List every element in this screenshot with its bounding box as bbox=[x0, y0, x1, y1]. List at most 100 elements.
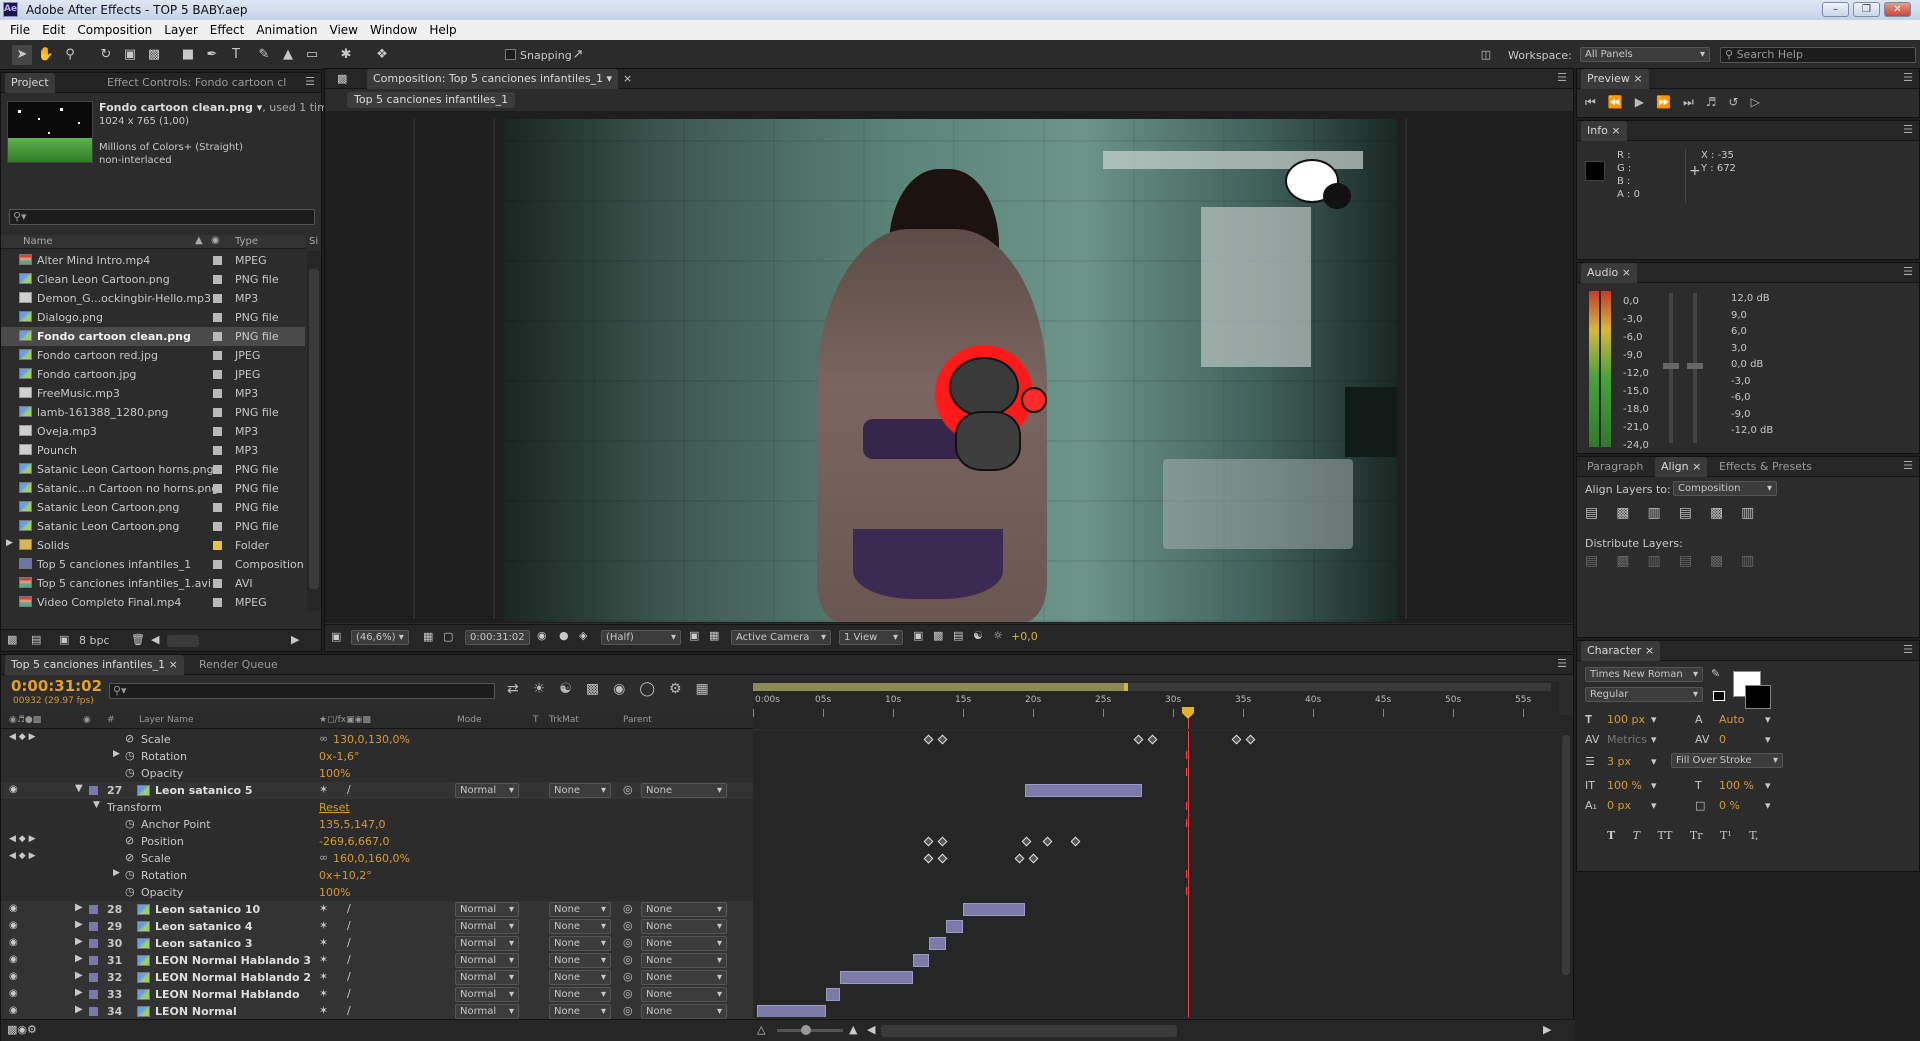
show-snapshot-icon[interactable]: ● bbox=[559, 629, 569, 642]
layer-mode-select[interactable]: Normal ▾ bbox=[455, 936, 519, 951]
horizontal-scrollbar[interactable] bbox=[167, 635, 199, 647]
project-item[interactable]: Clean Leon Cartoon.png PNG file bbox=[1, 270, 305, 289]
vertical-scale-value[interactable]: 100 % bbox=[1607, 779, 1642, 792]
parent-pickwhip-icon[interactable]: ◎ bbox=[623, 783, 633, 796]
visibility-eye-icon[interactable]: ◉ bbox=[9, 971, 18, 982]
puppet-pin-tool-icon[interactable]: ❖ bbox=[372, 45, 392, 65]
column-name[interactable]: Name bbox=[23, 236, 53, 247]
close-tab-icon[interactable]: × bbox=[623, 72, 632, 85]
loop-icon[interactable]: ↺ bbox=[1729, 95, 1751, 109]
layer-duration-bar[interactable] bbox=[963, 903, 1025, 916]
layer-mode-select[interactable]: Normal ▾ bbox=[455, 1004, 519, 1019]
font-style-select[interactable]: Regular ▾ bbox=[1585, 687, 1703, 702]
always-preview-icon[interactable]: ▣ bbox=[331, 630, 341, 643]
layer-name[interactable]: Leon satanico 4 bbox=[155, 920, 253, 933]
play-icon[interactable]: ▶ bbox=[1635, 95, 1656, 109]
project-item[interactable]: Top 5 canciones infantiles_1 Composition bbox=[1, 555, 305, 574]
layer-duration-bar[interactable] bbox=[929, 937, 946, 950]
keyframe-icon[interactable] bbox=[923, 734, 934, 745]
layer-name[interactable]: LEON Normal Hablando 3 bbox=[155, 954, 311, 967]
layer-row[interactable]: ◉ ▶ 34 LEON Normal ✶ ∕ Normal ▾ None ▾ ◎ None ▾ bbox=[1, 1003, 753, 1020]
frame-blending-icon[interactable]: ▩ bbox=[586, 681, 613, 697]
panel-menu-icon[interactable]: ☰ bbox=[1903, 459, 1913, 472]
expand-arrow-icon[interactable]: ▶ bbox=[75, 1004, 83, 1015]
audio-slider-left[interactable] bbox=[1663, 293, 1679, 443]
kerning-value[interactable]: Metrics bbox=[1607, 733, 1647, 746]
layer-mode-select[interactable]: Normal ▾ bbox=[455, 953, 519, 968]
workspace-select[interactable]: All Panels ▾ bbox=[1580, 47, 1710, 62]
black-swatch[interactable] bbox=[1713, 691, 1725, 701]
column-mode[interactable]: Mode bbox=[457, 715, 482, 725]
label-color-swatch[interactable] bbox=[89, 1007, 98, 1016]
label-color-swatch[interactable] bbox=[213, 351, 222, 360]
trkmat-select[interactable]: None ▾ bbox=[549, 936, 611, 951]
menu-help[interactable]: Help bbox=[423, 23, 462, 37]
comp-mini-flowchart-icon[interactable]: ⇄ bbox=[507, 681, 533, 697]
minimize-button[interactable]: – bbox=[1822, 2, 1849, 17]
align-vcenter-icon[interactable]: ▩ bbox=[1710, 505, 1741, 521]
layer-name[interactable]: LEON Normal bbox=[155, 1005, 237, 1018]
scroll-left-icon[interactable]: ◀ bbox=[151, 633, 159, 646]
all-caps-button[interactable]: TT bbox=[1658, 829, 1673, 842]
trkmat-select[interactable]: None ▾ bbox=[549, 1004, 611, 1019]
scroll-left-icon[interactable]: ◀ bbox=[867, 1023, 875, 1036]
safe-margins-icon[interactable]: ▦ bbox=[423, 630, 433, 643]
camera-select[interactable]: Active Camera ▾ bbox=[731, 630, 831, 645]
property-value[interactable]: 0x+10,2° bbox=[319, 869, 372, 882]
trkmat-select[interactable]: None ▾ bbox=[549, 783, 611, 798]
label-color-swatch[interactable] bbox=[213, 446, 222, 455]
keyframe-icon[interactable] bbox=[923, 836, 934, 847]
project-item[interactable]: FreeMusic.mp3 MP3 bbox=[1, 384, 305, 403]
audio-slider-right[interactable] bbox=[1687, 293, 1703, 443]
panel-menu-icon[interactable]: ☰ bbox=[1557, 657, 1567, 670]
tab-info[interactable]: Info × bbox=[1581, 121, 1627, 141]
rotation-tool-icon[interactable]: ↻ bbox=[96, 45, 116, 65]
quality-switch-icon[interactable]: ∕ bbox=[347, 953, 351, 966]
project-item[interactable]: Pounch MP3 bbox=[1, 441, 305, 460]
leading-value[interactable]: Auto bbox=[1719, 713, 1745, 726]
menu-animation[interactable]: Animation bbox=[250, 23, 323, 37]
label-color-swatch[interactable] bbox=[213, 598, 222, 607]
stopwatch-icon[interactable]: ◷ bbox=[125, 766, 135, 779]
brush-tool-icon[interactable]: ✎ bbox=[254, 45, 274, 65]
property-value[interactable]: 130,0,130,0% bbox=[333, 733, 410, 746]
shy-switch-icon[interactable]: ✶ bbox=[319, 987, 328, 1000]
project-item[interactable]: Satanic Leon Cartoon horns.png PNG file bbox=[1, 460, 305, 479]
property-value[interactable]: 100% bbox=[319, 767, 350, 780]
label-color-swatch[interactable] bbox=[89, 905, 98, 914]
color-channels-icon[interactable]: ◈ bbox=[579, 629, 587, 642]
keyframe-navigator-icon[interactable]: ◀ ◆ ▶ bbox=[9, 834, 36, 844]
visibility-eye-icon[interactable]: ◉ bbox=[9, 784, 18, 795]
keyframe-icon[interactable] bbox=[1042, 836, 1053, 847]
tab-audio[interactable]: Audio × bbox=[1581, 263, 1637, 283]
menu-layer[interactable]: Layer bbox=[158, 23, 203, 37]
trkmat-select[interactable]: None ▾ bbox=[549, 902, 611, 917]
panel-menu-icon[interactable]: ☰ bbox=[1903, 265, 1913, 278]
font-family-select[interactable]: Times New Roman ▾ bbox=[1585, 667, 1703, 682]
eraser-tool-icon[interactable]: ▭ bbox=[302, 45, 322, 65]
keyframe-icon[interactable] bbox=[923, 853, 934, 864]
layer-name[interactable]: Leon satanico 3 bbox=[155, 937, 253, 950]
layer-row[interactable]: ◉ ▼ 27 Leon satanico 5 ✶ ∕ Normal ▾ None ▾ ◎ None ▾ bbox=[1, 782, 753, 799]
layer-mode-select[interactable]: Normal ▾ bbox=[455, 987, 519, 1002]
column-parent[interactable]: Parent bbox=[623, 715, 652, 725]
keyframe-icon[interactable] bbox=[1021, 836, 1032, 847]
scroll-right-icon[interactable]: ▶ bbox=[1543, 1023, 1551, 1036]
new-folder-icon[interactable]: ▤ bbox=[31, 633, 41, 646]
tab-project[interactable]: Project bbox=[5, 73, 55, 93]
label-color-swatch[interactable] bbox=[213, 275, 222, 284]
distribute-vcenter-icon[interactable]: ▩ bbox=[1616, 553, 1647, 569]
quality-switch-icon[interactable]: ∕ bbox=[347, 1004, 351, 1017]
collapse-arrow-icon[interactable]: ▼ bbox=[93, 800, 100, 810]
keyframe-icon[interactable] bbox=[937, 853, 948, 864]
expand-arrow-icon[interactable]: ▶ bbox=[113, 868, 120, 878]
draft-3d-icon[interactable]: ☀ bbox=[533, 681, 560, 697]
close-tab-icon[interactable]: × bbox=[1692, 460, 1701, 473]
quality-switch-icon[interactable]: ∕ bbox=[347, 987, 351, 1000]
region-of-interest-icon[interactable]: ▣ bbox=[689, 629, 699, 642]
property-value[interactable]: 100% bbox=[319, 886, 350, 899]
tab-character[interactable]: Character × bbox=[1581, 641, 1661, 661]
expand-arrow-icon[interactable]: ▶ bbox=[75, 919, 83, 930]
tab-paragraph[interactable]: Paragraph bbox=[1581, 457, 1649, 477]
tab-render-queue[interactable]: Render Queue bbox=[193, 655, 284, 675]
